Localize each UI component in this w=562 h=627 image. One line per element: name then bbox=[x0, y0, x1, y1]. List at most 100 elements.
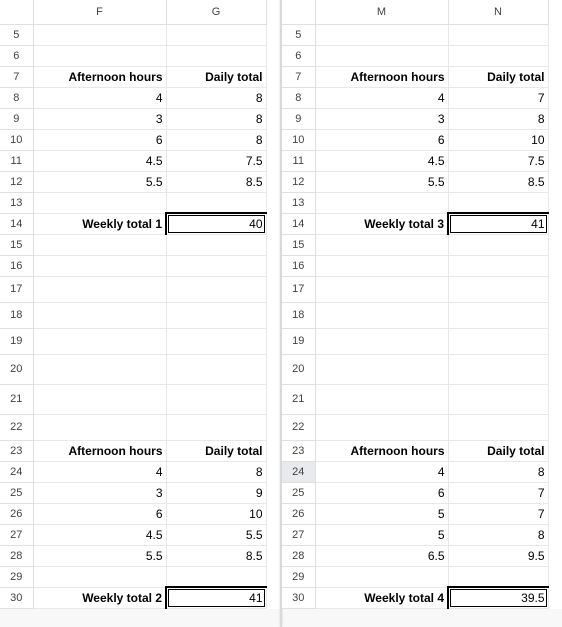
row-header[interactable]: 29 bbox=[0, 566, 33, 587]
cell-afternoon[interactable]: 4.5 bbox=[315, 150, 448, 171]
cell[interactable] bbox=[448, 384, 548, 414]
cell[interactable] bbox=[315, 192, 448, 213]
row-header[interactable]: 17 bbox=[0, 276, 33, 302]
row-header[interactable]: 18 bbox=[0, 302, 33, 328]
cell-daily[interactable]: 8.5 bbox=[448, 171, 548, 192]
row-header-selected[interactable]: 24 bbox=[282, 461, 315, 482]
row-header[interactable]: 20 bbox=[282, 354, 315, 384]
cell-afternoon[interactable]: 6 bbox=[33, 129, 166, 150]
cell-afternoon[interactable]: 3 bbox=[33, 482, 166, 503]
cell[interactable] bbox=[448, 276, 548, 302]
row-header[interactable]: 12 bbox=[282, 171, 315, 192]
row-header[interactable]: 13 bbox=[282, 192, 315, 213]
row-header[interactable]: 18 bbox=[282, 302, 315, 328]
header-daily[interactable]: Daily total bbox=[166, 440, 266, 461]
cell-afternoon[interactable]: 6.5 bbox=[315, 545, 448, 566]
weekly-total-value[interactable]: 40 bbox=[166, 213, 266, 234]
col-header-n[interactable]: N bbox=[448, 0, 548, 24]
cell[interactable] bbox=[33, 24, 166, 45]
cell[interactable] bbox=[448, 414, 548, 440]
cell[interactable] bbox=[33, 354, 166, 384]
cell[interactable] bbox=[166, 24, 266, 45]
cell-daily[interactable]: 8 bbox=[448, 461, 548, 482]
cell-afternoon[interactable]: 6 bbox=[315, 129, 448, 150]
row-header[interactable]: 14 bbox=[282, 213, 315, 234]
cell-daily[interactable]: 9.5 bbox=[448, 545, 548, 566]
cell-daily[interactable]: 8 bbox=[166, 108, 266, 129]
cell[interactable] bbox=[166, 276, 266, 302]
row-header[interactable]: 22 bbox=[0, 414, 33, 440]
cell[interactable] bbox=[448, 45, 548, 66]
cell[interactable] bbox=[166, 45, 266, 66]
cell[interactable] bbox=[448, 192, 548, 213]
row-header[interactable]: 30 bbox=[282, 587, 315, 608]
row-header[interactable]: 21 bbox=[0, 384, 33, 414]
row-header[interactable]: 19 bbox=[0, 328, 33, 354]
cell-daily[interactable]: 8 bbox=[166, 461, 266, 482]
cell-daily[interactable]: 9 bbox=[166, 482, 266, 503]
cell-daily[interactable]: 10 bbox=[166, 503, 266, 524]
row-header[interactable]: 10 bbox=[0, 129, 33, 150]
cell[interactable] bbox=[166, 328, 266, 354]
weekly-total-label[interactable]: Weekly total 2 bbox=[33, 587, 166, 608]
row-header[interactable]: 17 bbox=[282, 276, 315, 302]
cell[interactable] bbox=[448, 24, 548, 45]
cell[interactable] bbox=[448, 234, 548, 255]
cell-daily[interactable]: 8 bbox=[448, 524, 548, 545]
row-header[interactable]: 21 bbox=[282, 384, 315, 414]
cell-daily[interactable]: 8.5 bbox=[166, 545, 266, 566]
grid-left[interactable]: F G 5 6 7 Afternoon hours Daily total 8 … bbox=[0, 0, 267, 609]
row-header[interactable]: 8 bbox=[0, 87, 33, 108]
header-afternoon[interactable]: Afternoon hours bbox=[33, 66, 166, 87]
row-header[interactable]: 11 bbox=[282, 150, 315, 171]
grid-right[interactable]: M N 5 6 7 Afternoon hours Daily total 8 … bbox=[282, 0, 549, 609]
cell[interactable] bbox=[448, 354, 548, 384]
cell-afternoon[interactable]: 4 bbox=[33, 87, 166, 108]
row-header[interactable]: 14 bbox=[0, 213, 33, 234]
row-header[interactable]: 30 bbox=[0, 587, 33, 608]
cell[interactable] bbox=[33, 566, 166, 587]
cell[interactable] bbox=[33, 234, 166, 255]
cell[interactable] bbox=[33, 328, 166, 354]
header-daily[interactable]: Daily total bbox=[166, 66, 266, 87]
cell[interactable] bbox=[315, 276, 448, 302]
cell[interactable] bbox=[315, 414, 448, 440]
cell[interactable] bbox=[315, 302, 448, 328]
cell[interactable] bbox=[166, 566, 266, 587]
cell[interactable] bbox=[315, 354, 448, 384]
row-header[interactable]: 5 bbox=[0, 24, 33, 45]
row-header[interactable]: 16 bbox=[0, 255, 33, 276]
weekly-total-value[interactable]: 39.5 bbox=[448, 587, 548, 608]
cell[interactable] bbox=[166, 234, 266, 255]
cell-afternoon[interactable]: 6 bbox=[315, 482, 448, 503]
cell[interactable] bbox=[166, 192, 266, 213]
col-header-g[interactable]: G bbox=[166, 0, 266, 24]
cell[interactable] bbox=[315, 328, 448, 354]
row-header[interactable]: 7 bbox=[0, 66, 33, 87]
cell[interactable] bbox=[166, 255, 266, 276]
row-header[interactable]: 27 bbox=[282, 524, 315, 545]
cell-afternoon[interactable]: 5.5 bbox=[315, 171, 448, 192]
cell-daily[interactable]: 8 bbox=[448, 108, 548, 129]
cell-afternoon[interactable]: 4 bbox=[315, 87, 448, 108]
row-header[interactable]: 23 bbox=[282, 440, 315, 461]
cell[interactable] bbox=[33, 302, 166, 328]
cell-daily[interactable]: 7.5 bbox=[448, 150, 548, 171]
cell[interactable] bbox=[166, 302, 266, 328]
row-header[interactable]: 28 bbox=[0, 545, 33, 566]
cell-afternoon[interactable]: 4.5 bbox=[33, 150, 166, 171]
header-afternoon[interactable]: Afternoon hours bbox=[315, 440, 448, 461]
row-header[interactable]: 5 bbox=[282, 24, 315, 45]
row-header[interactable]: 24 bbox=[0, 461, 33, 482]
row-header[interactable]: 9 bbox=[0, 108, 33, 129]
cell-afternoon[interactable]: 5.5 bbox=[33, 171, 166, 192]
header-afternoon[interactable]: Afternoon hours bbox=[33, 440, 166, 461]
row-header[interactable]: 26 bbox=[282, 503, 315, 524]
cell[interactable] bbox=[166, 384, 266, 414]
cell[interactable] bbox=[315, 255, 448, 276]
cell[interactable] bbox=[315, 24, 448, 45]
cell-afternoon[interactable]: 4.5 bbox=[33, 524, 166, 545]
cell-afternoon[interactable]: 4 bbox=[33, 461, 166, 482]
cell[interactable] bbox=[315, 45, 448, 66]
cell[interactable] bbox=[448, 566, 548, 587]
